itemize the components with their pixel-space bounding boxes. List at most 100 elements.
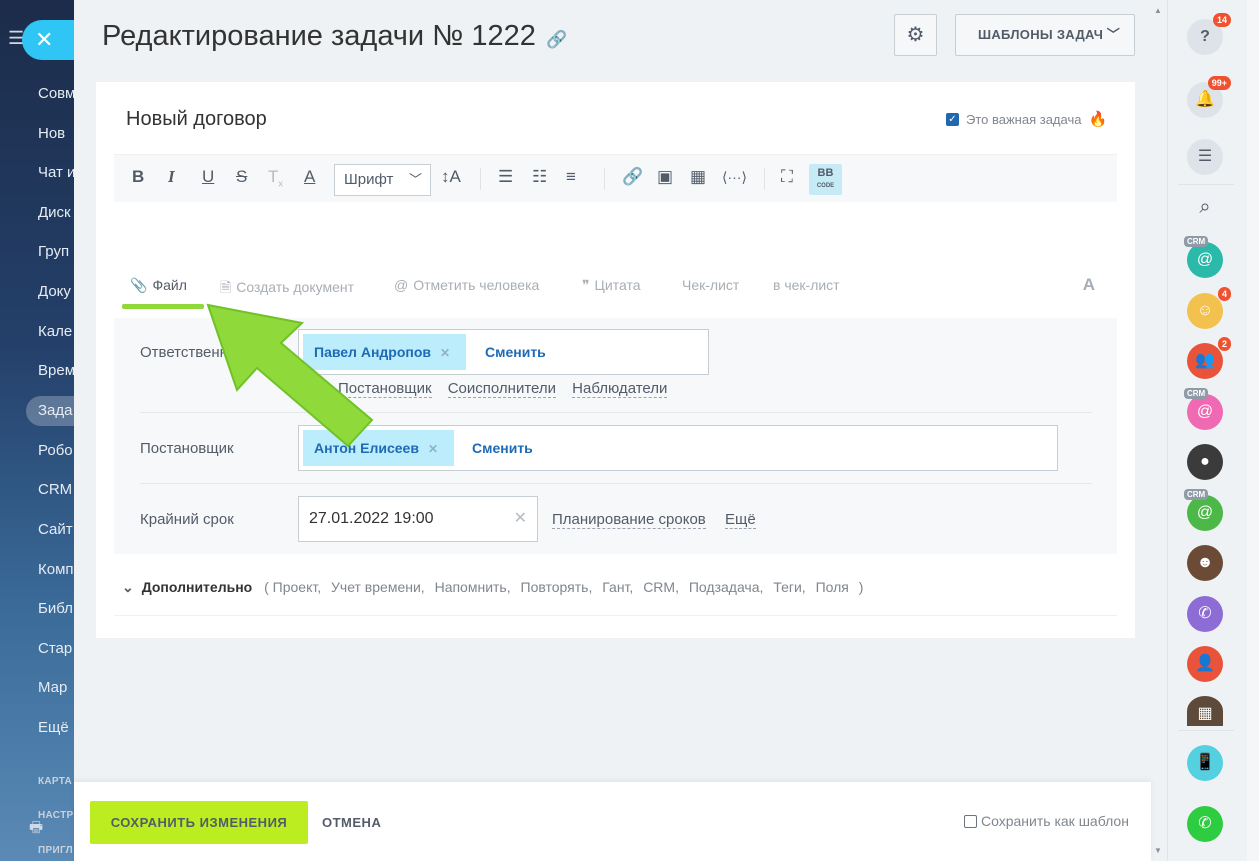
crm-contact-avatar[interactable]: @ CRM [1184,236,1223,278]
crm-contact-avatar[interactable]: @ CRM [1184,489,1223,531]
font-select[interactable]: Шрифт ﹀ [334,164,431,196]
deadline-planning-link[interactable]: Планирование сроков [552,511,706,529]
additional-item[interactable]: Напомнить, [435,579,511,595]
sidebar-item[interactable]: Библ [20,589,74,629]
group-avatar[interactable]: 👥 2 [1187,337,1231,379]
responsible-user-chip[interactable]: Павел Андропов ✕ [303,334,466,370]
sidebar-item[interactable]: Сайт [20,510,74,550]
save-changes-button[interactable]: СОХРАНИТЬ ИЗМЕНЕНИЯ [90,801,308,844]
underline-icon[interactable]: U [202,167,214,187]
checklist-button[interactable]: Чек-лист [682,277,739,293]
sidebar-item[interactable]: Стар [20,629,74,669]
sidebar-item[interactable]: Врем [20,351,74,391]
sidebar-item[interactable]: Доку [20,272,74,312]
fullscreen-icon[interactable]: ⛶ [781,167,793,187]
bbcode-toggle[interactable]: BB CODE [809,164,842,195]
mention-button[interactable]: @ Отметить человека [394,277,539,293]
important-toggle[interactable]: ✓ Это важная задача 🔥 [946,110,1107,128]
sidebar-item[interactable]: Ещё [20,708,74,748]
code-icon[interactable]: ⟨···⟩ [722,169,747,186]
change-responsible-link[interactable]: Сменить [485,330,546,374]
text-format-icon[interactable]: A [1083,275,1095,295]
to-checklist-button[interactable]: в чек-лист [773,277,840,293]
user-avatar[interactable]: ☻ [1187,545,1223,581]
remove-icon[interactable]: ✕ [440,346,450,360]
task-title-input[interactable]: Новый договор [126,108,267,131]
role-link-observers[interactable]: Наблюдатели [572,380,668,398]
sidebar-item[interactable]: Робо [20,431,74,471]
settings-button[interactable]: ⚙ [894,14,937,56]
avatar-icon: ☻ [1196,554,1214,571]
sidebar-item[interactable]: Комп [20,550,74,590]
font-size-icon[interactable]: ↕A [441,167,461,187]
strikethrough-icon[interactable]: S [236,167,247,187]
creator-field[interactable]: Антон Елисеев ✕ Сменить [298,425,1058,471]
sidebar-item-tasks[interactable]: Зада [26,395,74,426]
help-button[interactable]: ? 14 [1187,13,1231,55]
notifications-button[interactable]: 🔔 99+ [1187,76,1231,118]
cancel-button[interactable]: ОТМЕНА [322,801,381,844]
sidebar-item[interactable]: Груп [20,232,74,272]
scrollbar-track[interactable] [1247,0,1259,861]
paren-open: ( [264,579,269,595]
italic-icon[interactable]: I [168,167,175,187]
close-slider-button[interactable]: ✕ [22,20,74,60]
scroll-up-icon[interactable]: ▲ [1154,6,1162,15]
create-document-button[interactable]: 🗎 Создать документ [220,277,354,301]
more-deadline-link[interactable]: Ещё [725,511,756,529]
task-templates-button[interactable]: ШАБЛОНЫ ЗАДАЧ ﹀ [955,14,1135,56]
call-avatar[interactable]: ✆ [1187,596,1223,632]
sidebar-item[interactable]: Кале [20,312,74,352]
creator-user-chip[interactable]: Антон Елисеев ✕ [303,430,454,466]
link-icon[interactable]: 🔗 [546,30,567,50]
clear-format-icon[interactable]: Tx [268,167,283,188]
deadline-input[interactable]: 27.01.2022 19:00 ✕ [298,496,538,542]
sidebar-item[interactable]: Чат и [20,153,74,193]
chat-button[interactable]: ☰ [1187,139,1223,175]
numbered-list-icon[interactable]: ☰ [498,167,513,187]
sidebar-item[interactable]: Мар [20,668,74,708]
user-avatar[interactable]: ▦ [1187,696,1223,726]
bold-icon[interactable]: B [132,167,144,187]
bullet-list-icon[interactable]: ☷ [532,167,547,187]
important-checkbox[interactable]: ✓ [946,112,959,126]
responsible-field[interactable]: Павел Андропов ✕ Сменить [298,329,709,375]
remove-icon[interactable]: ✕ [428,442,438,456]
save-as-template-toggle[interactable]: Сохранить как шаблон [964,813,1129,829]
additional-item[interactable]: CRM, [643,579,679,595]
clear-icon[interactable]: ✕ [514,497,527,541]
additional-item[interactable]: Учет времени, [331,579,425,595]
user-avatar[interactable]: ● [1187,444,1223,480]
role-link-coexecutors[interactable]: Соисполнители [447,380,556,398]
text-color-icon[interactable]: A [304,167,315,187]
user-avatar[interactable]: ☺ 4 [1187,287,1231,329]
change-creator-link[interactable]: Сменить [472,426,533,470]
crm-contact-avatar[interactable]: @ CRM [1184,388,1223,430]
scroll-down-icon[interactable]: ▼ [1154,846,1162,855]
additional-section[interactable]: ⌄ Дополнительно ( Проект, Учет времени, Н… [122,579,863,596]
additional-item[interactable]: Проект, [273,579,321,595]
search-button[interactable]: ⌕ [1187,189,1223,225]
mobile-app-button[interactable]: 📱 [1187,745,1223,781]
role-link-creator[interactable]: Постановщик [338,380,432,398]
sidebar-item[interactable]: Диск [20,193,74,233]
table-icon[interactable]: ▦ [690,167,706,187]
sidebar-item[interactable]: CRM [20,470,74,510]
quote-button[interactable]: ❞ Цитата [582,277,641,294]
save-as-template-checkbox[interactable] [964,814,977,828]
additional-item[interactable]: Повторять, [521,579,593,595]
user-avatar[interactable]: 👤 [1187,646,1223,682]
additional-item[interactable]: Поля [816,579,849,595]
additional-item[interactable]: Подзадача, [689,579,764,595]
attach-file-button[interactable]: 📎 Файл [130,277,187,294]
sidebar-item[interactable]: Нов [20,114,74,154]
additional-item[interactable]: Гант, [602,579,633,595]
phone-call-button[interactable]: ✆ [1187,806,1223,842]
link-insert-icon[interactable]: 🔗 [622,167,643,187]
additional-item[interactable]: Теги, [773,579,805,595]
align-icon[interactable]: ≡ [566,167,576,187]
printer-icon[interactable]: 🖶 [29,817,43,842]
image-icon[interactable]: ▣ [657,167,673,187]
sidebar-item[interactable]: Совм [20,74,74,114]
divider [1178,730,1234,731]
